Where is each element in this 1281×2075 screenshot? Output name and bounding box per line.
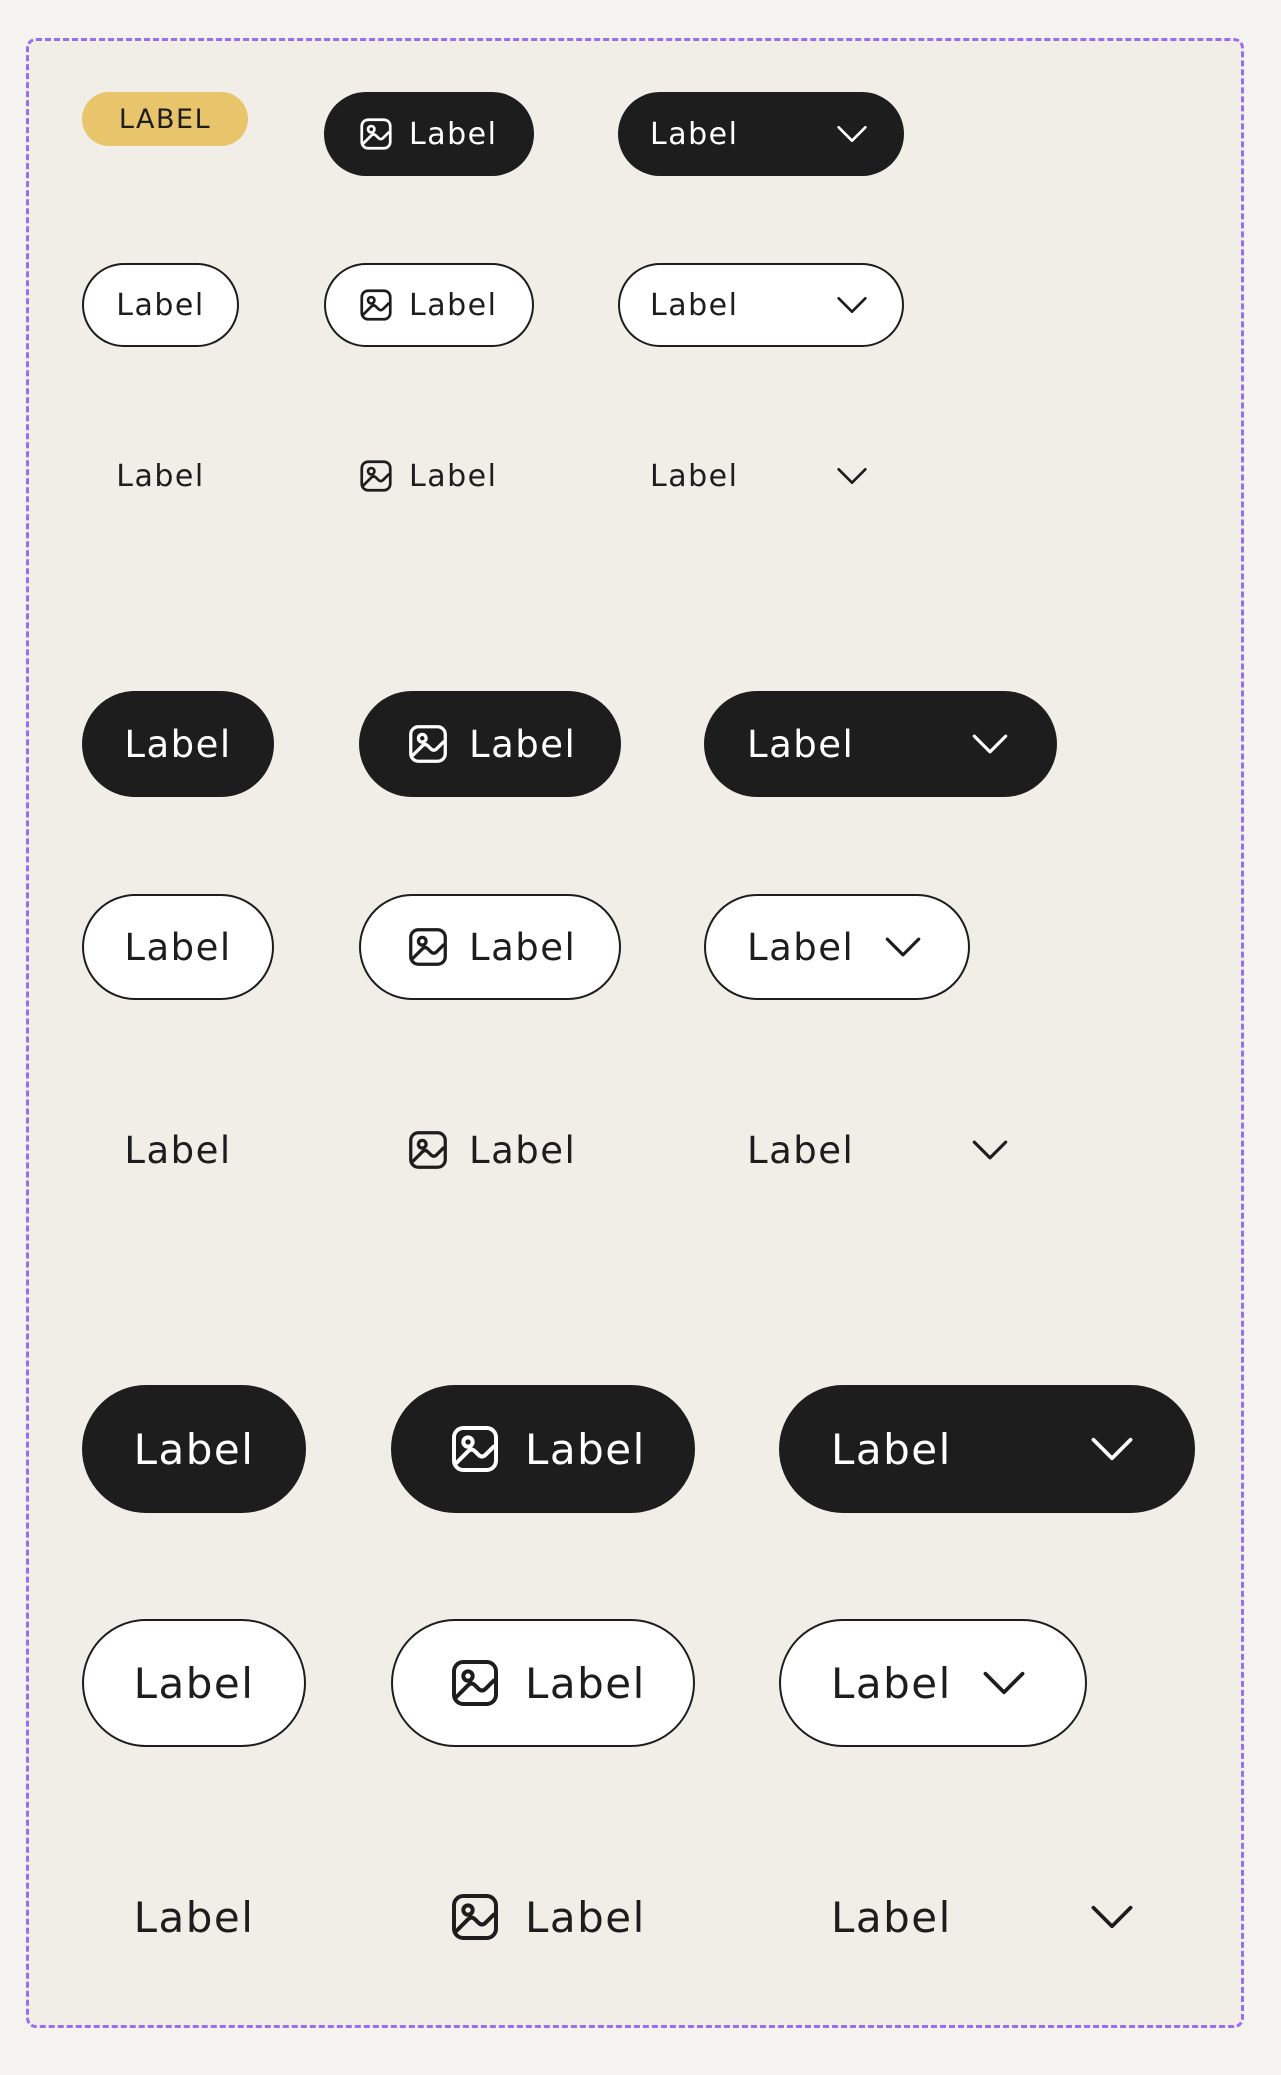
image-icon — [447, 1421, 503, 1477]
button-label: Label — [124, 925, 232, 969]
medium-ghost-dropdown-button[interactable]: Label — [704, 1097, 1057, 1203]
large-outline-button[interactable]: Label — [82, 1619, 306, 1747]
badge-label: LABEL — [118, 103, 212, 135]
medium-ghost-button[interactable]: Label — [82, 1097, 274, 1203]
button-label: Label — [831, 1658, 952, 1708]
small-ghost-dropdown-button[interactable]: Label — [618, 434, 904, 518]
chevron-down-icon — [971, 733, 1009, 755]
medium-filled-button[interactable]: Label — [82, 691, 274, 797]
button-label: Label — [116, 458, 205, 494]
button-label: Label — [133, 1658, 255, 1708]
button-label: Label — [469, 722, 577, 766]
small-ghost-icon-button[interactable]: Label — [324, 434, 534, 518]
chevron-down-icon — [836, 295, 868, 315]
chevron-down-icon — [1089, 1904, 1135, 1930]
medium-filled-dropdown-button[interactable]: Label — [704, 691, 1057, 797]
medium-ghost-icon-button[interactable]: Label — [359, 1097, 621, 1203]
image-icon — [357, 115, 395, 153]
button-label: Label — [409, 458, 498, 494]
component-frame: LABEL Label Label Label Label Label Labe… — [26, 38, 1244, 2028]
chevron-down-icon — [884, 936, 922, 958]
button-label: Label — [525, 1658, 646, 1708]
button-label: Label — [469, 1128, 577, 1172]
image-icon — [447, 1655, 503, 1711]
chevron-down-icon — [981, 1670, 1027, 1696]
button-label: Label — [525, 1424, 646, 1474]
medium-outline-button[interactable]: Label — [82, 894, 274, 1000]
button-label: Label — [409, 116, 498, 152]
button-label: Label — [650, 116, 739, 152]
image-icon — [447, 1889, 503, 1945]
large-ghost-icon-button[interactable]: Label — [391, 1853, 695, 1981]
small-ghost-button[interactable]: Label — [82, 434, 239, 518]
button-label: Label — [650, 287, 739, 323]
image-icon — [357, 457, 395, 495]
large-ghost-button[interactable]: Label — [82, 1853, 306, 1981]
medium-filled-icon-button[interactable]: Label — [359, 691, 621, 797]
button-label: Label — [525, 1892, 646, 1942]
image-icon — [405, 1127, 451, 1173]
button-label: Label — [124, 722, 232, 766]
small-outline-button[interactable]: Label — [82, 263, 239, 347]
chevron-down-icon — [836, 124, 868, 144]
medium-outline-dropdown-button[interactable]: Label — [704, 894, 970, 1000]
button-label: Label — [409, 287, 498, 323]
button-label: Label — [116, 287, 205, 323]
large-outline-icon-button[interactable]: Label — [391, 1619, 695, 1747]
image-icon — [357, 286, 395, 324]
button-label: Label — [133, 1424, 255, 1474]
medium-outline-icon-button[interactable]: Label — [359, 894, 621, 1000]
small-filled-dropdown-button[interactable]: Label — [618, 92, 904, 176]
image-icon — [405, 924, 451, 970]
small-outline-dropdown-button[interactable]: Label — [618, 263, 904, 347]
button-label: Label — [831, 1892, 952, 1942]
small-filled-icon-button[interactable]: Label — [324, 92, 534, 176]
button-label: Label — [747, 1128, 855, 1172]
button-label: Label — [747, 722, 855, 766]
button-label: Label — [124, 1128, 232, 1172]
image-icon — [405, 721, 451, 767]
large-filled-button[interactable]: Label — [82, 1385, 306, 1513]
label-badge: LABEL — [82, 92, 248, 146]
chevron-down-icon — [836, 466, 868, 486]
chevron-down-icon — [1089, 1436, 1135, 1462]
button-label: Label — [747, 925, 855, 969]
large-filled-icon-button[interactable]: Label — [391, 1385, 695, 1513]
button-label: Label — [831, 1424, 952, 1474]
small-outline-icon-button[interactable]: Label — [324, 263, 534, 347]
chevron-down-icon — [971, 1139, 1009, 1161]
large-outline-dropdown-button[interactable]: Label — [779, 1619, 1087, 1747]
button-label: Label — [469, 925, 577, 969]
large-filled-dropdown-button[interactable]: Label — [779, 1385, 1195, 1513]
button-label: Label — [650, 458, 739, 494]
button-label: Label — [133, 1892, 255, 1942]
large-ghost-dropdown-button[interactable]: Label — [779, 1853, 1195, 1981]
